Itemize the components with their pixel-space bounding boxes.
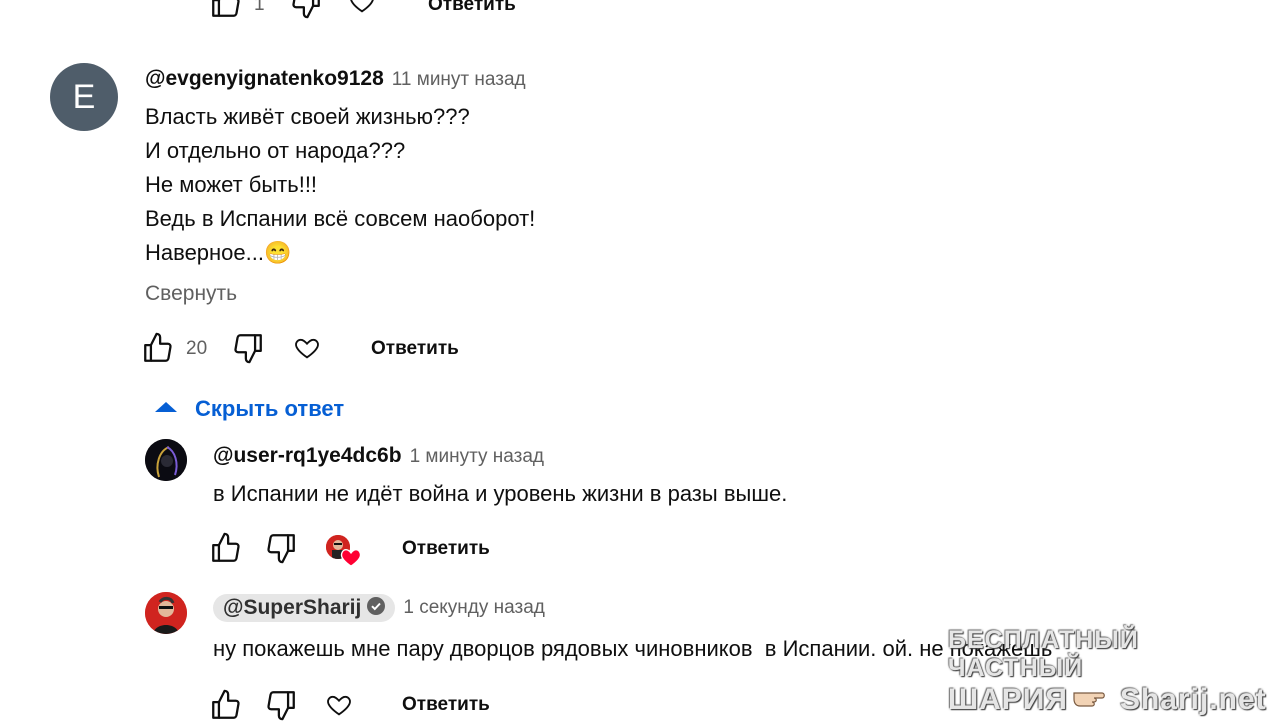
comment-author[interactable]: @evgenyignatenko9128: [145, 67, 384, 91]
grin-emoji: 😁: [264, 240, 292, 265]
heart-filled-icon: [340, 547, 362, 572]
like-icon[interactable]: [141, 331, 175, 365]
comment-line: Не может быть!!!: [145, 172, 318, 197]
avatar[interactable]: [145, 439, 187, 481]
comment-header: @evgenyignatenko9128 11 минут назад: [145, 67, 526, 91]
dislike-icon[interactable]: [231, 331, 265, 365]
heart-icon[interactable]: [348, 0, 376, 16]
watermark-line2: ШАРИЯ Sharij.net: [948, 682, 1267, 718]
reply-button[interactable]: Ответить: [371, 338, 459, 360]
avatar[interactable]: [145, 592, 187, 634]
pointing-hand-icon: [1072, 682, 1116, 718]
chevron-up-icon: [155, 400, 177, 419]
like-icon[interactable]: [209, 531, 243, 565]
verified-check-icon: [367, 596, 386, 620]
comment-line: Ведь в Испании всё совсем наоборот!: [145, 206, 536, 231]
collapse-button[interactable]: Свернуть: [145, 282, 237, 306]
heart-icon[interactable]: [293, 334, 321, 362]
avatar[interactable]: E: [50, 63, 118, 131]
reply-button[interactable]: Ответить: [428, 0, 516, 16]
dislike-icon[interactable]: [264, 688, 298, 722]
reply-header: @SuperSharij 1 секунду назад: [213, 594, 545, 622]
heart-icon[interactable]: [325, 691, 353, 719]
creator-heart-badge: [326, 535, 362, 571]
watermark-line1: БЕСПЛАТНЫЙ ЧАСТНЫЙ: [948, 626, 1139, 682]
comment-time[interactable]: 11 минут назад: [392, 69, 526, 91]
dislike-icon[interactable]: [264, 531, 298, 565]
hide-replies-button[interactable]: Скрыть ответ: [155, 396, 344, 422]
dislike-icon[interactable]: [289, 0, 323, 20]
like-count: 20: [186, 338, 208, 359]
reply-button[interactable]: Ответить: [402, 694, 490, 716]
reply-author[interactable]: @user-rq1ye4dc6b: [213, 444, 402, 468]
reply-author: @SuperSharij: [223, 596, 362, 619]
avatar-letter: E: [72, 77, 96, 116]
reply-text: в Испании не идёт война и уровень жизни …: [213, 481, 788, 506]
reply-text: ну покажешь мне пару дворцов рядовых чин…: [213, 636, 1053, 661]
reply-time[interactable]: 1 минуту назад: [410, 446, 544, 468]
like-count: 1: [254, 0, 265, 15]
reply-header: @user-rq1ye4dc6b 1 минуту назад: [213, 444, 544, 468]
comment-line: И отдельно от народа???: [145, 138, 406, 163]
reply-time[interactable]: 1 секунду назад: [403, 597, 545, 619]
comment-line-last: Наверное...😁: [145, 240, 292, 265]
hide-replies-label: Скрыть ответ: [195, 396, 345, 421]
like-icon[interactable]: [209, 688, 243, 722]
creator-handle-chip[interactable]: @SuperSharij: [213, 594, 396, 622]
reply-button[interactable]: Ответить: [402, 538, 490, 560]
comment-line: Власть живёт своей жизнью???: [145, 104, 470, 129]
watermark: БЕСПЛАТНЫЙ ЧАСТНЫЙ ШАРИЯ Sharij.net: [948, 626, 1268, 718]
like-icon[interactable]: [209, 0, 243, 20]
comment-text: Власть живёт своей жизнью??? И отдельно …: [145, 100, 535, 270]
